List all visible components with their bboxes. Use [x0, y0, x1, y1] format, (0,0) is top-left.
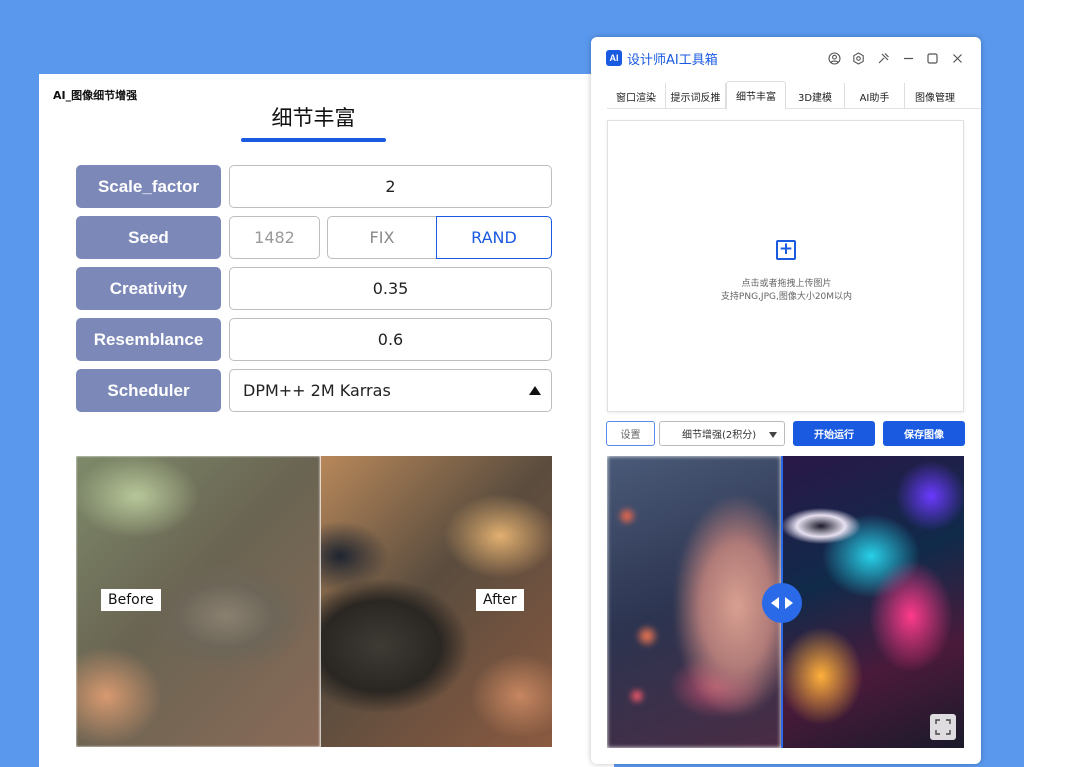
tab-prompt-reverse[interactable]: 提示词反推 — [666, 83, 726, 109]
tab-3d-modeling[interactable]: 3D建模 — [786, 83, 845, 109]
scheduler-label: Scheduler — [76, 369, 221, 412]
scale-factor-input[interactable]: 2 — [229, 165, 552, 208]
app-logo: AI — [606, 50, 622, 66]
before-tag: Before — [101, 589, 161, 611]
panel-heading: 细节丰富 — [271, 106, 356, 130]
creativity-input[interactable]: 0.35 — [229, 267, 552, 310]
screenshot-stage: AI_图像细节增强 细节丰富 Scale_factor 2 Seed 1482 … — [0, 0, 1065, 767]
upload-hint-line1: 点击或者拖拽上传图片 — [741, 279, 832, 289]
resemblance-label: Resemblance — [76, 318, 221, 361]
scheduler-value: DPM++ 2M Karras — [243, 381, 391, 400]
pin-icon[interactable] — [875, 50, 891, 66]
creativity-label: Creativity — [76, 267, 221, 310]
before-after-comparison[interactable]: Before After — [76, 456, 552, 747]
tab-ai-assistant[interactable]: AI助手 — [845, 83, 905, 109]
mode-select[interactable]: 细节增强(2积分) — [659, 421, 785, 446]
resemblance-input[interactable]: 0.6 — [229, 318, 552, 361]
scheduler-select[interactable]: DPM++ 2M Karras — [229, 369, 552, 412]
panel-window-title: AI_图像细节增强 — [53, 89, 138, 102]
plus-icon: + — [776, 240, 796, 260]
seed-label: Seed — [76, 216, 221, 259]
maximize-icon[interactable] — [924, 50, 940, 66]
app-title: 设计师AI工具箱 — [627, 53, 718, 68]
result-comparison[interactable] — [607, 456, 964, 748]
upload-hint-line2: 支持PNG,JPG,图像大小20M以内 — [720, 292, 853, 302]
tab-bar: 窗口渲染 提示词反推 细节丰富 3D建模 AI助手 图像管理 — [607, 81, 981, 110]
dropdown-arrow-icon — [529, 386, 541, 395]
settings-button[interactable]: 设置 — [606, 421, 655, 446]
tab-window-render[interactable]: 窗口渲染 — [607, 83, 666, 109]
scale-factor-label: Scale_factor — [76, 165, 221, 208]
after-tag: After — [476, 589, 524, 611]
heading-underline — [241, 138, 386, 142]
tab-detail-enrich[interactable]: 细节丰富 — [726, 81, 786, 110]
settings-icon[interactable] — [850, 50, 866, 66]
upload-dropzone[interactable]: + 点击或者拖拽上传图片 支持PNG,JPG,图像大小20M以内 — [607, 120, 964, 412]
minimize-icon[interactable] — [900, 50, 916, 66]
close-icon[interactable] — [949, 50, 965, 66]
run-button[interactable]: 开始运行 — [793, 421, 875, 446]
ai-toolbox-window: AI 设计师AI工具箱 窗口渲染 提示词反推 细节丰富 3D建模 AI助手 图像… — [591, 37, 981, 764]
save-image-button[interactable]: 保存图像 — [883, 421, 965, 446]
seed-input[interactable]: 1482 — [229, 216, 320, 259]
user-icon[interactable] — [826, 50, 842, 66]
mode-select-value: 细节增强(2积分) — [682, 430, 757, 441]
fullscreen-icon[interactable] — [930, 714, 956, 740]
window-titlebar: AI 设计师AI工具箱 — [591, 37, 981, 79]
chevron-down-icon — [769, 432, 777, 438]
comparison-divider[interactable] — [320, 456, 321, 747]
tab-image-manage[interactable]: 图像管理 — [905, 83, 965, 109]
detail-enhance-panel: AI_图像细节增强 细节丰富 Scale_factor 2 Seed 1482 … — [39, 74, 614, 767]
seed-rand-button[interactable]: RAND — [436, 216, 552, 259]
face-after-image — [781, 456, 964, 748]
seed-fix-button[interactable]: FIX — [327, 216, 437, 259]
face-before-image — [607, 456, 781, 748]
compare-slider-handle-icon[interactable] — [762, 583, 802, 623]
